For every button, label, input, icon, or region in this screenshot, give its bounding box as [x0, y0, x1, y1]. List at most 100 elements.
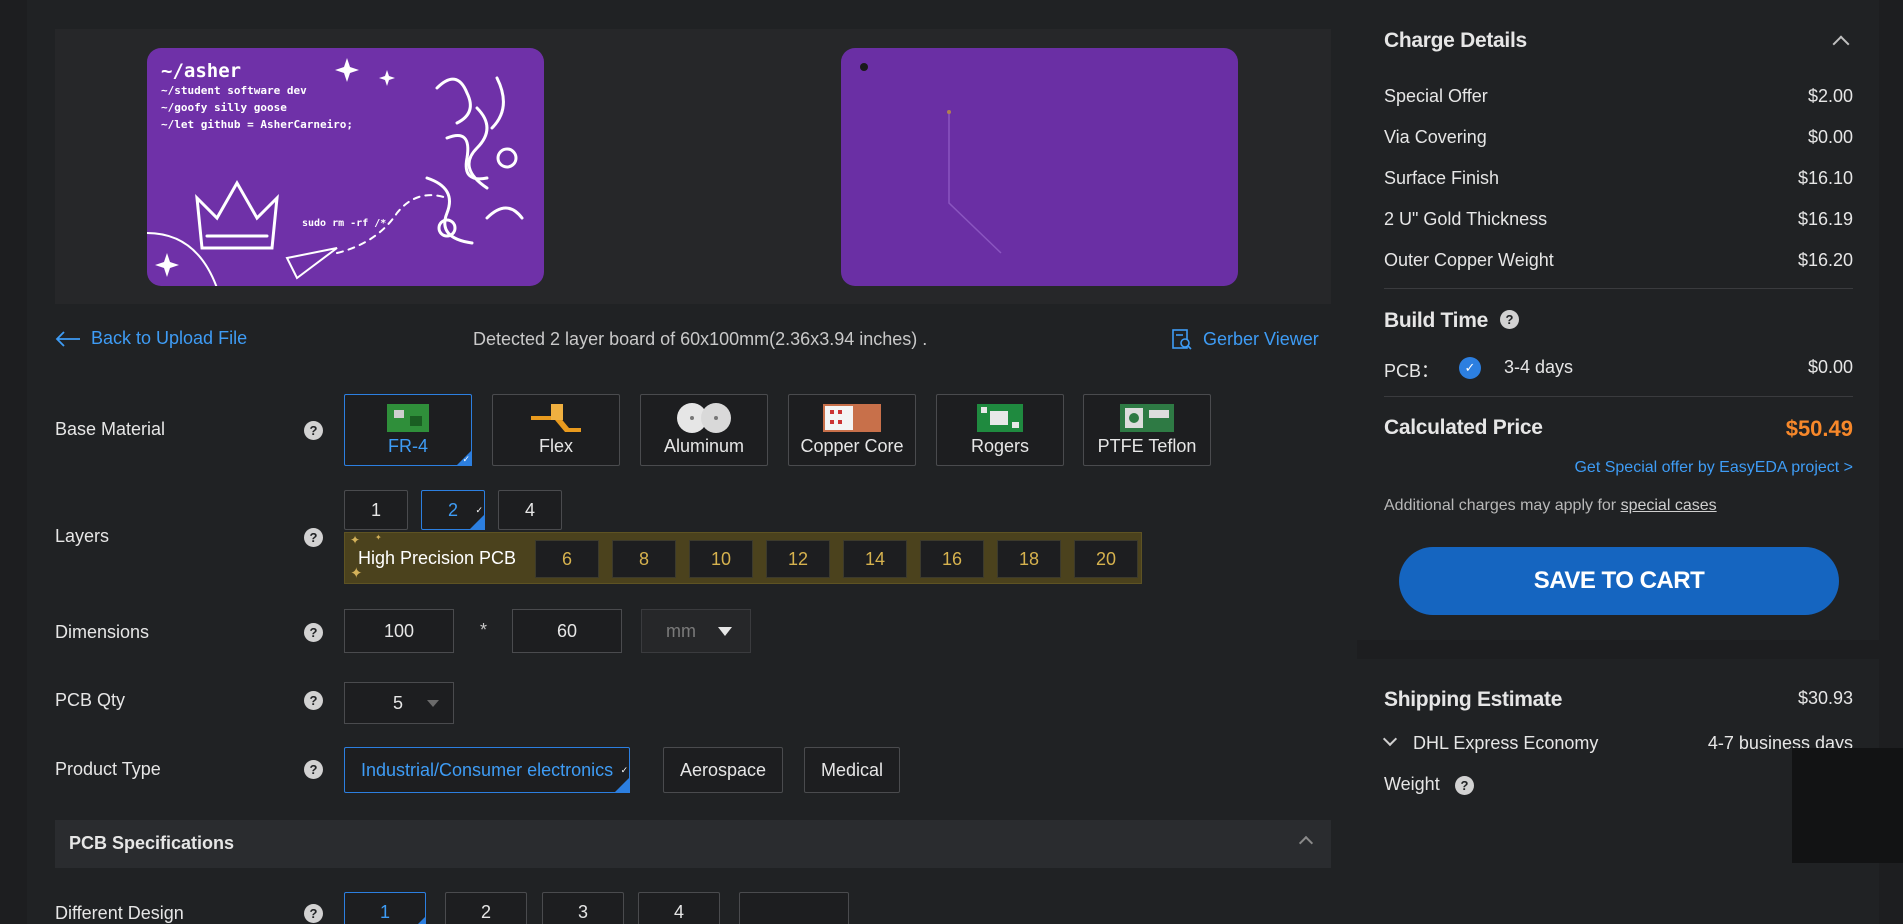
divider [1384, 288, 1853, 289]
trace-icon [947, 110, 1002, 254]
material-copper-core-option[interactable]: Copper Core [788, 394, 916, 466]
dimension-height-input[interactable]: 60 [512, 609, 622, 653]
unit-select[interactable]: mm [641, 609, 751, 653]
material-flex-option[interactable]: Flex [492, 394, 620, 466]
design-option-2[interactable]: 2 [445, 892, 527, 924]
charge-label: Special Offer [1384, 86, 1488, 106]
page-root: { "preview": { "code_lines": ["~/asher",… [0, 0, 1903, 924]
layers-label: Layers [55, 526, 110, 546]
chevron-up-icon [1298, 835, 1314, 851]
pcb-qty-label: PCB Qty [55, 690, 126, 710]
gerber-viewer-link[interactable]: Gerber Viewer [1171, 328, 1319, 350]
unit-select-value: mm [666, 621, 696, 641]
pcb-label: PCB： [1384, 361, 1440, 381]
charge-value: $0.00 [1807, 127, 1853, 147]
charge-row: Special Offer $2.00 [1384, 86, 1853, 107]
product-type-industrial-option[interactable]: Industrial/Consumer electronics ✓ [344, 747, 631, 793]
layer-option-6[interactable]: 6 [535, 540, 599, 578]
layer-option-14[interactable]: 14 [843, 540, 907, 578]
help-icon[interactable]: ? [304, 904, 323, 923]
board-top-view: ~/asher ~/student software dev ~/goofy s… [147, 48, 544, 286]
charge-value: $2.00 [1807, 86, 1853, 106]
gerber-viewer-icon [1172, 329, 1192, 350]
fr4-board-icon [387, 404, 429, 432]
high-precision-label: High Precision PCB [358, 548, 517, 568]
layer-option-18[interactable]: 18 [997, 540, 1061, 578]
detected-board-text: Detected 2 layer board of 60x100mm(2.36x… [473, 329, 928, 349]
arrow-left-icon [55, 330, 80, 347]
layer-option-2[interactable]: 2 ✓ [421, 490, 485, 530]
material-copper-core-label: Copper Core [800, 436, 904, 456]
material-ptfe-label: PTFE Teflon [1097, 436, 1197, 456]
charge-row: Via Covering $0.00 [1384, 127, 1853, 148]
aluminum-board-icon [677, 403, 731, 433]
board-bottom-view [841, 48, 1238, 286]
layer-option-4[interactable]: 4 [498, 490, 562, 530]
shipping-method[interactable]: DHL Express Economy [1413, 733, 1598, 754]
overlay-panel [1792, 748, 1903, 863]
sparkle-icon: ✦ [375, 533, 382, 542]
layer-option-12[interactable]: 12 [766, 540, 830, 578]
pcb-qty-select[interactable]: 5 [344, 682, 454, 724]
help-icon[interactable]: ? [304, 623, 323, 642]
layer-option-16[interactable]: 16 [920, 540, 984, 578]
material-rogers-label: Rogers [970, 436, 1030, 456]
product-type-label: Product Type [55, 759, 161, 779]
back-to-upload-link[interactable]: Back to Upload File [55, 328, 247, 349]
help-icon[interactable]: ? [304, 760, 323, 779]
save-to-cart-button[interactable]: SAVE TO CART [1399, 547, 1839, 615]
back-link-label: Back to Upload File [91, 328, 248, 348]
build-time-title: Build Time [1384, 309, 1488, 332]
dimensions-label: Dimensions [55, 622, 150, 642]
material-fr4-label: FR-4 [388, 436, 428, 456]
copper-core-board-icon [823, 404, 881, 432]
check-icon: ✓ [462, 454, 470, 464]
material-rogers-option[interactable]: Rogers [936, 394, 1064, 466]
design-option-custom[interactable] [739, 892, 849, 924]
build-time-row: PCB： 3-4 days $0.00 [1384, 357, 1853, 383]
special-offer-link[interactable]: Get Special offer by EasyEDA project > [1574, 459, 1853, 477]
chevron-down-icon [427, 700, 439, 707]
board-sudo-text: sudo rm -rf /* [302, 218, 387, 229]
pcb-specifications-title: PCB Specifications [69, 833, 235, 853]
help-icon[interactable]: ? [1500, 310, 1519, 329]
help-icon[interactable]: ? [304, 528, 323, 547]
layer-option-1[interactable]: 1 [344, 490, 408, 530]
help-icon[interactable]: ? [1455, 776, 1474, 795]
special-cases-link[interactable]: special cases [1621, 497, 1717, 514]
check-circle-icon[interactable]: ✓ [1459, 357, 1481, 379]
product-type-industrial-label: Industrial/Consumer electronics [361, 760, 614, 780]
layer-option-8[interactable]: 8 [612, 540, 676, 578]
material-aluminum-option[interactable]: Aluminum [640, 394, 768, 466]
design-option-1-label: 1 [379, 902, 390, 922]
material-ptfe-option[interactable]: PTFE Teflon [1083, 394, 1211, 466]
design-option-3[interactable]: 3 [542, 892, 624, 924]
dimension-width-input[interactable]: 100 [344, 609, 454, 653]
help-icon[interactable]: ? [304, 691, 323, 710]
build-time-value: 3-4 days [1504, 357, 1574, 377]
additional-charges-note: Additional charges may apply for special… [1384, 497, 1717, 515]
charge-row: 2 U" Gold Thickness $16.19 [1384, 209, 1853, 230]
material-fr4-option[interactable]: FR-4 ✓ [344, 394, 472, 466]
design-option-1[interactable]: 1 [344, 892, 426, 924]
product-type-medical-option[interactable]: Medical [804, 747, 901, 793]
charge-label: Outer Copper Weight [1384, 250, 1554, 270]
charge-label: 2 U" Gold Thickness [1384, 209, 1548, 229]
pcb-qty-value: 5 [393, 693, 404, 713]
layer-option-20[interactable]: 20 [1074, 540, 1138, 578]
board-art-icon [147, 58, 524, 286]
design-option-4[interactable]: 4 [638, 892, 720, 924]
ptfe-board-icon [1120, 404, 1174, 432]
gerber-viewer-label: Gerber Viewer [1203, 328, 1319, 349]
flex-board-icon [531, 404, 581, 432]
help-icon[interactable]: ? [304, 421, 323, 440]
charge-label: Via Covering [1384, 127, 1487, 147]
pcb-specifications-header[interactable]: PCB Specifications [55, 820, 1331, 868]
charge-value: $16.20 [1797, 250, 1853, 270]
weight-label: Weight [1384, 774, 1440, 794]
calculated-price-value: $50.49 [1785, 416, 1853, 441]
product-type-aerospace-option[interactable]: Aerospace [663, 747, 784, 793]
layer-option-10[interactable]: 10 [689, 540, 753, 578]
additional-charges-text: Additional charges may apply for [1384, 497, 1621, 514]
divider [1384, 396, 1853, 397]
